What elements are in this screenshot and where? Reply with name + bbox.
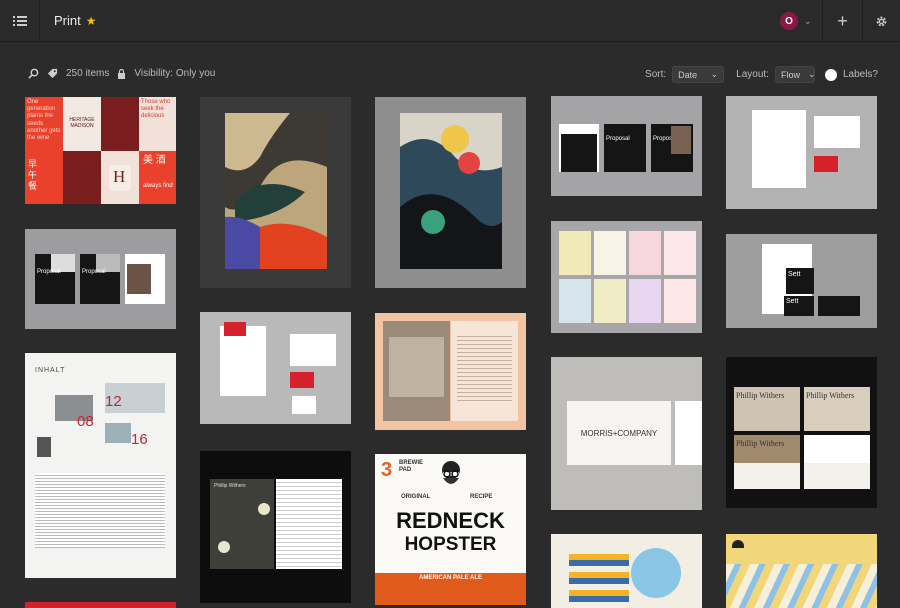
tag-icon[interactable] (47, 68, 58, 79)
layout-value: Flow (780, 69, 800, 80)
image-tile-abstract-poster-1[interactable] (200, 97, 351, 288)
chevron-down-icon: ⌄ (807, 69, 816, 79)
sort-select[interactable]: Date ⌄ (672, 66, 725, 83)
labels-label: Labels? (842, 69, 878, 80)
tile-text: Phillip Withers (214, 483, 246, 489)
tile-text: MORRIS+COMPANY (580, 429, 658, 438)
image-tile-proposal-right[interactable]: Proposal Proposal (551, 96, 702, 196)
tile-text: 早午餐 (28, 159, 38, 191)
tile-text: Those who seek the delicious (141, 99, 171, 120)
tile-text: Sett (786, 298, 799, 305)
settings-button[interactable] (862, 0, 900, 42)
tile-text: Phillip Withers (736, 439, 785, 448)
page-title: Print ★ (54, 13, 97, 28)
image-tile-pastel-sheets[interactable] (551, 221, 702, 333)
tile-text: AMERICAN PALE ALE (419, 575, 482, 581)
add-button[interactable]: + (822, 0, 862, 42)
chevron-down-icon: ⌄ (710, 69, 719, 79)
tile-text: HERITAGE MADISON (69, 117, 95, 129)
tile-text: always find (143, 183, 173, 189)
item-count: 250 items (66, 68, 110, 79)
tile-text: 12 (105, 393, 122, 410)
image-tile-proposal-left[interactable]: Proposal Proposal (25, 229, 176, 329)
chevron-down-icon: ⌄ (804, 15, 812, 26)
image-tile-red-partial[interactable] (25, 602, 176, 608)
image-tile-letterhead[interactable] (200, 312, 351, 424)
tile-text: Proposal (37, 269, 61, 275)
tile-text: 3 (381, 459, 393, 481)
abstract-artwork (400, 113, 502, 269)
plus-icon: + (837, 10, 848, 31)
image-tile-inhalt[interactable]: INHALT 12 08 16 (25, 353, 176, 578)
image-tile-phillip-cards[interactable]: Phillip Withers Phillip Withers Phillip … (726, 357, 877, 508)
favorite-star-icon[interactable]: ★ (86, 14, 97, 28)
tile-text: Phillip Withers (736, 391, 785, 400)
sort-value: Date (678, 69, 698, 80)
tile-text: BREWIE PAD (399, 460, 423, 474)
menu-button[interactable] (0, 0, 40, 42)
gear-icon (876, 16, 887, 26)
tile-text: 美 酒 (143, 155, 166, 166)
top-bar: Print ★ O ⌄ + (0, 0, 900, 42)
tile-text: REDNECK (396, 508, 505, 533)
account-menu[interactable]: O ⌄ (772, 0, 822, 42)
layout-select[interactable]: Flow ⌄ (774, 66, 816, 83)
tile-text: ORIGINAL (401, 494, 431, 500)
sort-label: Sort: (645, 69, 667, 80)
layout-label: Layout: (736, 69, 769, 80)
lock-icon (118, 68, 126, 79)
image-tile-sett[interactable]: Sett Sett (726, 234, 877, 328)
abstract-artwork (225, 113, 327, 269)
tile-text: INHALT (35, 367, 66, 374)
avatar[interactable]: O (780, 12, 798, 30)
tile-text: Proposal (82, 269, 106, 275)
hipster-mascot-icon (442, 461, 460, 484)
tile-text: Sett (788, 271, 801, 278)
tile-text: Phillip Withers (806, 391, 855, 400)
image-tile-morris-company[interactable]: MORRIS+COMPANY (551, 357, 702, 510)
image-tile-book-spread[interactable] (375, 313, 526, 430)
image-tile-vinyl[interactable] (551, 534, 702, 608)
tile-text: One generation plants the seeds another … (27, 99, 61, 141)
toolbar: 250 items Visibility: Only you Sort: Dat… (0, 62, 900, 88)
tile-text: 08 (77, 413, 94, 430)
list-menu-icon (12, 16, 27, 26)
image-tile-phillip-dark[interactable]: Phillip Withers (200, 451, 351, 603)
image-tile-heritage[interactable]: One generation plants the seeds another … (25, 97, 176, 204)
tile-text: H (113, 167, 126, 186)
tile-text: Proposal (606, 136, 630, 142)
image-tile-abstract-poster-2[interactable] (375, 97, 526, 288)
page-title-text: Print (54, 13, 81, 28)
labels-toggle[interactable] (824, 68, 837, 81)
tile-text: RECIPE (470, 494, 493, 500)
visibility-status[interactable]: Visibility: Only you (134, 68, 215, 79)
image-tile-brewie-pad[interactable]: 3 BREWIE PAD ORIGINAL RECIPE REDNECK HOP… (375, 454, 526, 605)
tile-text: 16 (131, 431, 148, 448)
image-tile-waves[interactable] (726, 534, 877, 608)
tile-text: HOPSTER (404, 534, 497, 555)
search-icon[interactable] (28, 68, 39, 79)
image-tile-stationery[interactable] (726, 96, 877, 209)
